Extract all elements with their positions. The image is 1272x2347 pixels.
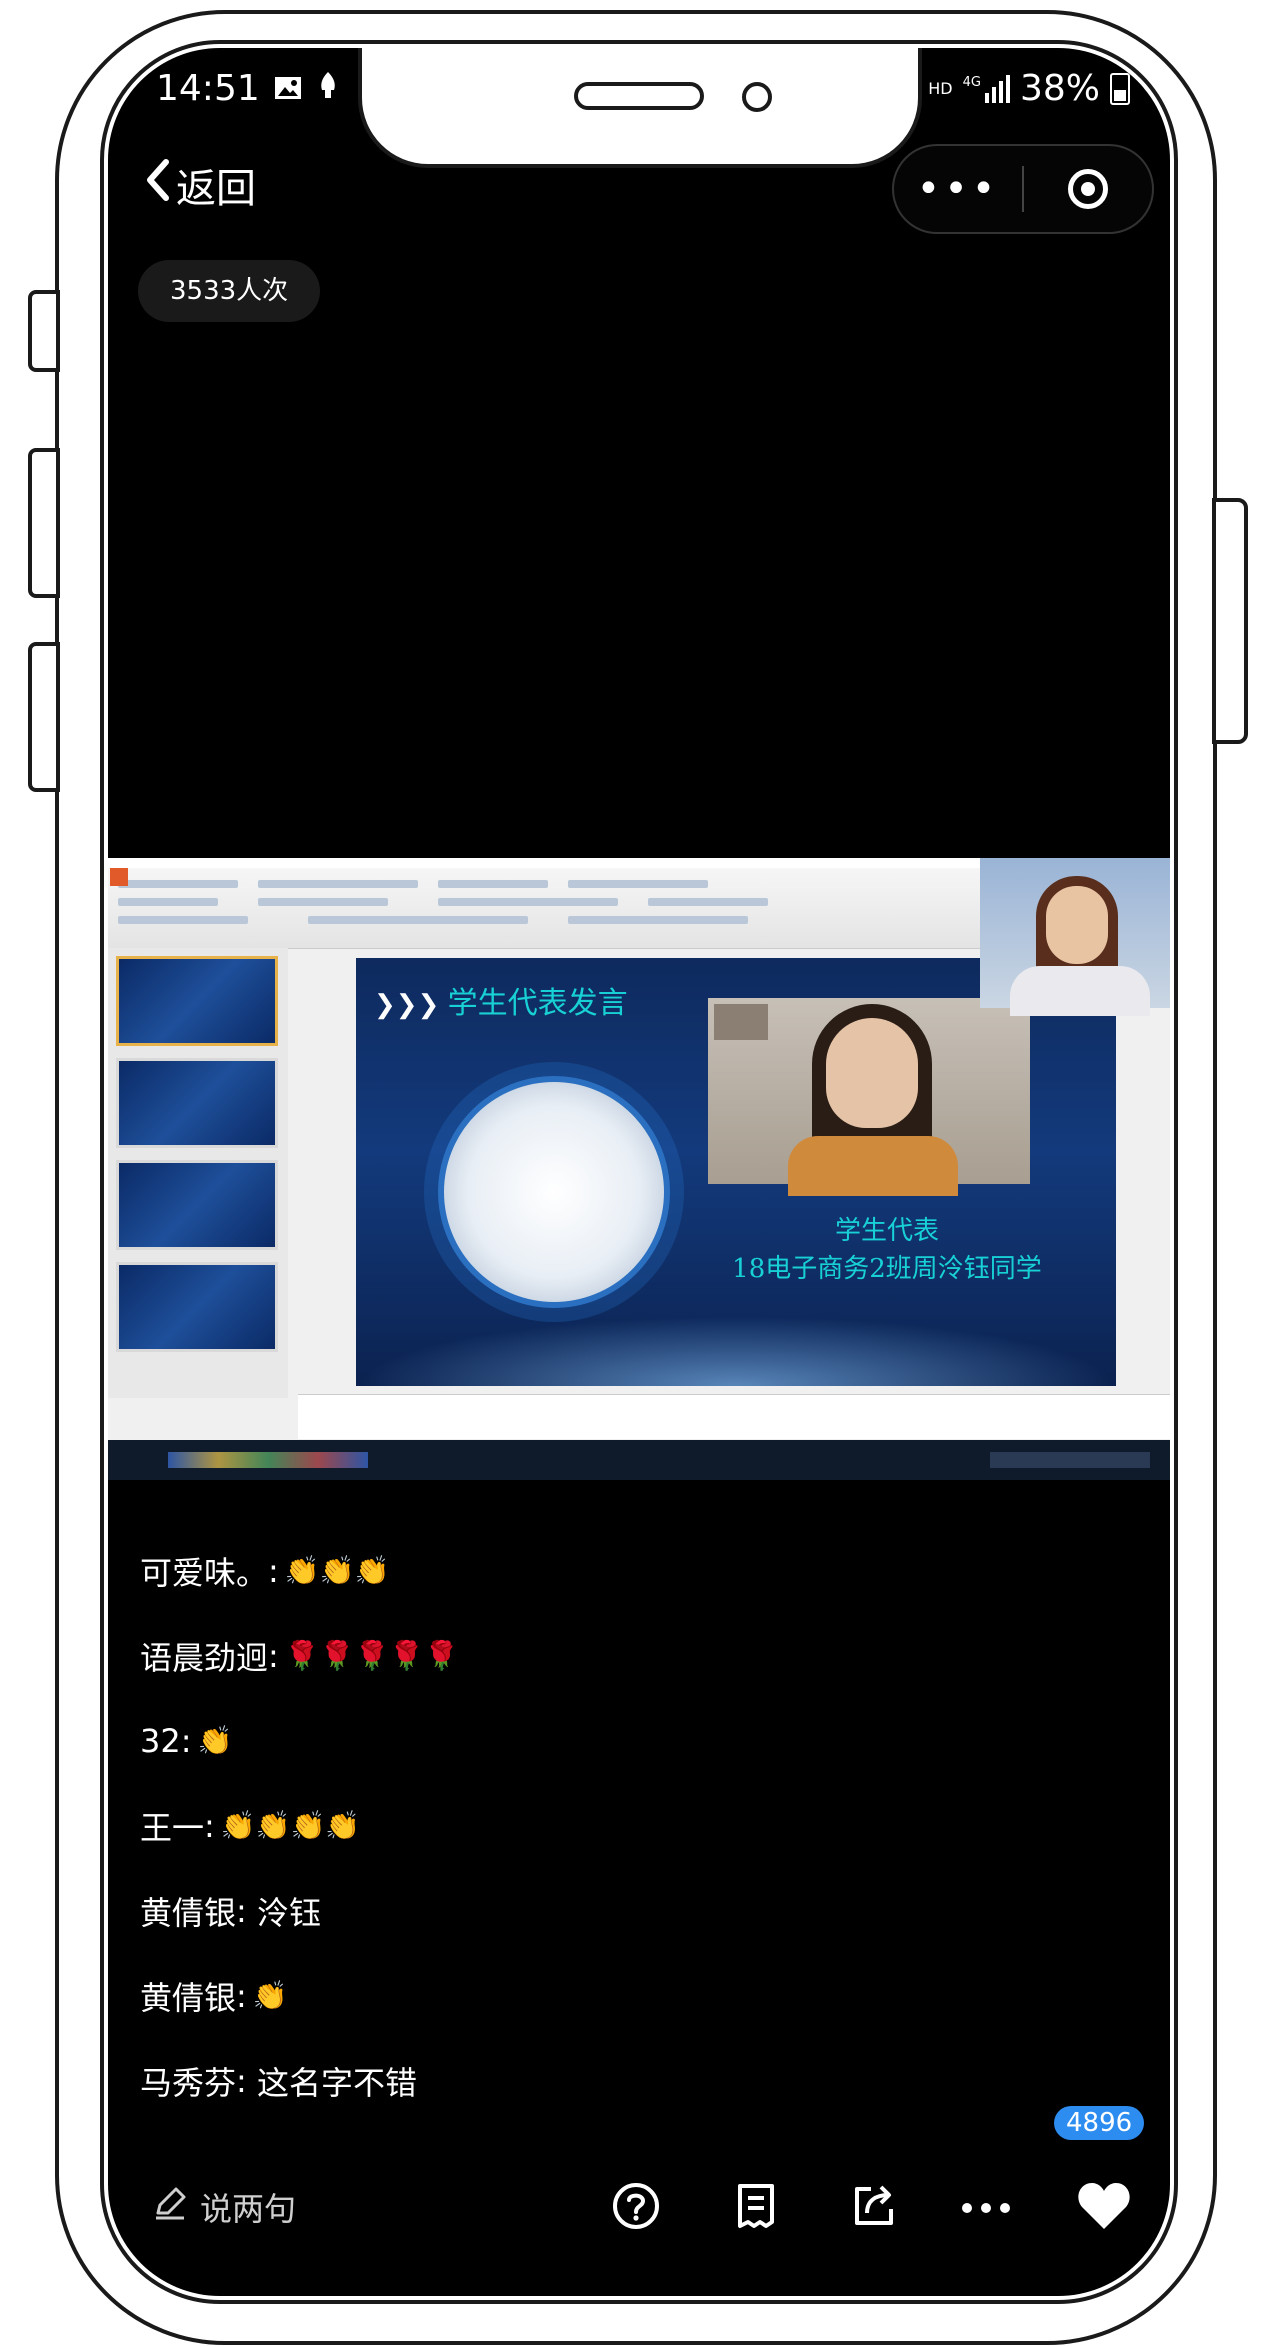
chevron-left-icon: [144, 158, 170, 212]
comment-list: 可爱味。: 👏👏👏 语晨劲迥: 🌹🌹🌹🌹🌹 32: 👏 王一: 👏👏👏👏 黄倩银…: [140, 1528, 459, 2123]
more-menu-button[interactable]: •••: [894, 166, 1022, 212]
back-button[interactable]: 返回: [144, 156, 256, 214]
desktop-taskbar: [108, 1440, 1170, 1480]
upload-notification-icon: [316, 68, 340, 109]
slide-thumbnail: [116, 956, 278, 1046]
more-dots-icon: •••: [916, 166, 1000, 212]
battery-icon: [1110, 72, 1130, 105]
hd-indicator: HD: [928, 79, 953, 98]
side-button-volume-up: [28, 448, 60, 598]
bottom-action-bar: 说两句: [108, 2168, 1170, 2258]
slide-caption-line2: 18电子商务2班周泠钰同学: [732, 1254, 1042, 1284]
like-count-badge: 4896: [1054, 2106, 1145, 2140]
signal-icon: 4G: [963, 74, 1010, 103]
more-dots-icon: [961, 2199, 1011, 2218]
comment-input-label: 说两句: [200, 2190, 297, 2228]
status-time: 14:51: [156, 68, 260, 109]
clap-icon: 👏👏👏: [284, 1554, 390, 1587]
speaker-grille: [574, 82, 704, 110]
slide-globe-image: [438, 1076, 670, 1308]
list-item: 可爱味。: 👏👏👏: [140, 1528, 459, 1613]
status-bar-right: HD 4G 38%: [928, 68, 1130, 109]
share-button[interactable]: [846, 2180, 902, 2236]
miniprogram-capsule: •••: [892, 144, 1154, 234]
notes-icon: [734, 2182, 778, 2234]
comment-input-button[interactable]: 说两句: [152, 2184, 296, 2230]
list-item: 黄倩银: 👏: [140, 1953, 459, 2038]
heart-icon: [1076, 2181, 1132, 2235]
comment-text: 泠钰: [256, 1893, 321, 1932]
comment-user: 黄倩银: [140, 1978, 237, 2017]
image-notification-icon: [274, 68, 302, 109]
front-camera: [742, 82, 772, 112]
more-actions-button[interactable]: [958, 2180, 1014, 2236]
side-button-power: [1212, 498, 1248, 744]
list-item: 语晨劲迥: 🌹🌹🌹🌹🌹: [140, 1613, 459, 1698]
notes-button[interactable]: [728, 2180, 784, 2236]
pencil-icon: [152, 2185, 188, 2229]
comment-user: 32: [140, 1721, 181, 1760]
target-close-icon: [1068, 169, 1108, 209]
viewer-count-badge: 3533人次: [138, 260, 321, 322]
live-video-player[interactable]: ❯❯❯ 学生代表发言 学生代表 18电子商务2班周泠钰同学: [108, 858, 1170, 1480]
clap-icon: 👏👏👏👏: [220, 1809, 361, 1842]
help-circle-icon: [611, 2181, 661, 2235]
rose-icon: 🌹🌹🌹🌹🌹: [284, 1639, 460, 1672]
teacher-webcam-feed: [980, 858, 1170, 1016]
clap-icon: 👏: [252, 1979, 288, 2012]
list-item: 黄倩银: 泠钰: [140, 1868, 459, 1953]
powerpoint-ribbon: [108, 858, 1008, 949]
close-miniprogram-button[interactable]: [1024, 169, 1152, 209]
status-bar-left: 14:51: [156, 68, 340, 109]
presentation-slide: ❯❯❯ 学生代表发言 学生代表 18电子商务2班周泠钰同学: [356, 958, 1116, 1386]
comment-text: 这名字不错: [256, 2063, 417, 2102]
slide-thumbnails: [108, 948, 288, 1398]
slide-notes-area: [298, 1394, 1170, 1439]
share-icon: [851, 2183, 897, 2233]
slide-caption-line1: 学生代表: [834, 1216, 939, 1246]
list-item: 王一: 👏👏👏👏: [140, 1783, 459, 1868]
side-button-mute: [28, 290, 60, 372]
list-item: 32: 👏: [140, 1721, 233, 1760]
slide-title: ❯❯❯ 学生代表发言: [374, 986, 628, 1021]
like-button[interactable]: [1076, 2180, 1132, 2236]
comment-user: 马秀芬: [140, 2063, 237, 2102]
comment-user: 王一: [140, 1808, 205, 1847]
list-item: 马秀芬: 这名字不错: [140, 2038, 459, 2123]
comment-user: 语晨劲迥: [140, 1638, 269, 1677]
slide-thumbnail: [116, 1160, 278, 1250]
side-button-volume-down: [28, 642, 60, 792]
phone-screen: 14:51 HD 4G 38% 返回 ••• 3533人次 ❯❯❯ 学生代表发言…: [108, 48, 1170, 2296]
back-label: 返回: [176, 166, 256, 212]
help-button[interactable]: [608, 2180, 664, 2236]
battery-percent: 38%: [1019, 68, 1100, 109]
comment-user: 可爱味。: [140, 1553, 269, 1592]
slide-thumbnail: [116, 1058, 278, 1148]
phone-notch: [358, 48, 922, 168]
comment-user: 黄倩银: [140, 1893, 237, 1932]
clap-icon: 👏: [197, 1724, 233, 1757]
student-webcam-feed: [708, 998, 1030, 1196]
slide-thumbnail: [116, 1262, 278, 1352]
